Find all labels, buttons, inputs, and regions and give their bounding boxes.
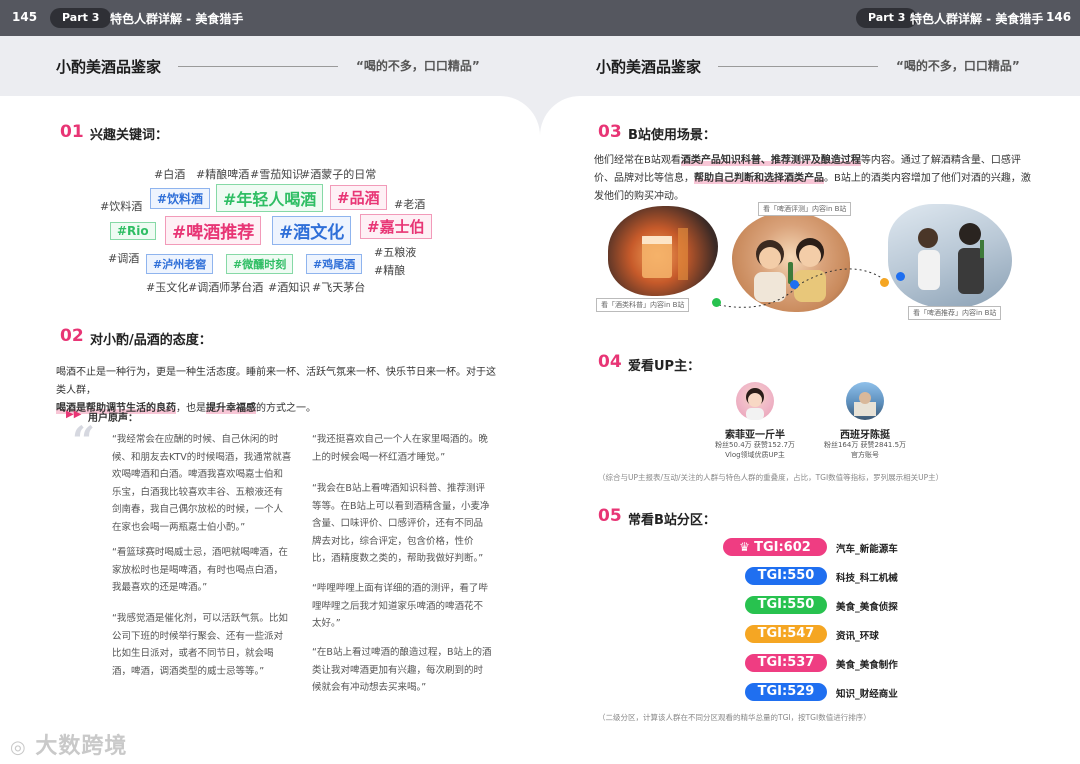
tgi-value: TGI:602 [754, 540, 811, 555]
section-title-left: 特色人群详解 - 美食猎手 [110, 12, 244, 26]
section-title-up-hosts: 爱看UP主： [628, 359, 701, 374]
user-quote: “哔哩哔哩上面有详细的酒的测评，看了哔哩哔哩之后我才知道家乐啤酒的啤酒花不太好。… [312, 583, 488, 629]
keyword-tag: #调酒师茅台酒 [188, 281, 264, 294]
tgi-badge: TGI:537 [745, 654, 827, 672]
keyword-tag-highlight: #泸州老窖 [146, 254, 214, 274]
tgi-badge: TGI:550 [745, 596, 827, 614]
right-page-number: 146 [1046, 10, 1072, 24]
avatar-illustration [854, 392, 876, 416]
section-title-zones: 常看B站分区： [628, 513, 716, 528]
user-quote: “我还挺喜欢自己一个人在家里喝酒的。晚上的时候会喝一杯红酒才睡觉。” [312, 434, 488, 463]
keyword-tag: #调酒 [108, 252, 140, 265]
tgi-badge: TGI:547 [745, 625, 827, 643]
up-host-stats: 粉丝50.4万 获赞152.7万 [715, 441, 795, 449]
page-title-left: 小酌美酒品鉴家 [56, 58, 162, 76]
avatar-illustration [746, 388, 764, 420]
section-number-05: 05 [598, 506, 622, 526]
section-title-scenarios: B站使用场景： [628, 128, 716, 143]
path-dot-blue [790, 280, 799, 289]
divider-right [718, 66, 878, 67]
top-bar: 145 Part 3 特色人群详解 - 美食猎手 Part 3 特色人群详解 -… [0, 0, 1080, 36]
right-page-panel: 03 B站使用场景： 他们经常在B站观看酒类产品知识科普、推荐测评及酿造过程等内… [540, 96, 1080, 764]
tgi-badge: ♛ TGI:602 [723, 538, 827, 556]
section-number-04: 04 [598, 352, 622, 372]
part-pill-right: Part 3 [856, 8, 918, 28]
zone-category: 科技_科工机械 [836, 573, 898, 584]
tgi-badge: TGI:550 [745, 567, 827, 585]
user-voice-label: 用户原声： [88, 413, 138, 424]
avatar[interactable] [846, 382, 884, 420]
up-host-name[interactable]: 西班牙陈挺 [805, 426, 925, 441]
keyword-tag-highlight: #饮料酒 [150, 188, 211, 209]
zone-note: （二级分区，计算该人群在不同分区观看的精华总量的TGI，按TGI数值进行排序） [598, 713, 871, 722]
zone-category: 知识_财经商业 [836, 689, 898, 700]
scenario-caption: 看「啤酒推荐」内容in B站 [908, 306, 1002, 320]
keyword-tag: #玉文化 [146, 281, 189, 294]
keyword-tag-highlight: #鸡尾酒 [306, 254, 363, 274]
path-dot-blue [896, 272, 905, 281]
keyword-tag-highlight: #微醺时刻 [226, 254, 294, 274]
zone-category: 美食_美食制作 [836, 660, 898, 671]
section-title-keywords: 兴趣关键词： [90, 128, 169, 143]
left-page-panel: 01 兴趣关键词： #白酒 #精酿啤酒 #雪茄知识 #酒蒙子的日常 #饮料酒 #… [0, 96, 540, 764]
keyword-tag-highlight: #品酒 [330, 185, 387, 210]
path-dot-green [712, 298, 721, 307]
zone-category: 汽车_新能源车 [836, 544, 898, 555]
section-number-03: 03 [598, 122, 622, 142]
user-quote: “在B站上看过啤酒的酿造过程，B站上的酒类让我对啤酒更加有兴趣，每次刷到的时候就… [312, 647, 492, 693]
up-host-stats: 粉丝164万 获赞2841.5万 [823, 441, 907, 449]
page-title-right: 小酌美酒品鉴家 [596, 58, 702, 76]
avatar[interactable] [736, 382, 774, 420]
section-number-01: 01 [60, 122, 84, 142]
keyword-tag: #白酒 [154, 168, 186, 181]
watermark-logo: ◎ 大数跨境 [10, 734, 128, 759]
scenario-paragraph: 他们经常在B站观看酒类产品知识科普、推荐测评及酿造过程等内容。通过了解酒精含量、… [594, 155, 1031, 202]
keyword-tag: #飞天茅台 [312, 281, 366, 294]
user-quote: “我会在B站上看啤酒知识科普、推荐测评等等。在B站上可以看到酒精含量，小麦净含量… [312, 483, 490, 564]
keyword-tag: #精酿 [374, 264, 406, 277]
divider-left [178, 66, 338, 67]
keyword-tag-highlight: #年轻人喝酒 [216, 184, 324, 212]
keyword-tag-highlight: #嘉士伯 [360, 214, 432, 239]
tgi-badge: TGI:529 [745, 683, 827, 701]
zone-category: 资讯_环球 [836, 631, 879, 642]
up-host-desc: Vlog领域优质UP主 [725, 451, 785, 459]
keyword-tag-highlight: #Rio [110, 222, 156, 240]
zone-category: 美食_美食侦探 [836, 602, 898, 613]
keyword-tag-highlight: #啤酒推荐 [165, 216, 262, 245]
keyword-tag: #雪茄知识 [250, 168, 304, 181]
up-host-name[interactable]: 索菲亚一斤半 [695, 426, 815, 441]
keyword-tag: #饮料酒 [100, 200, 143, 213]
user-quote: “我经常会在应酬的时候、自己休闲的时候、和朋友去KTV的时候喝酒，我通常就喜欢喝… [112, 434, 292, 533]
path-dot-orange [880, 278, 889, 287]
section-title-attitude: 对小酌/品酒的态度： [90, 333, 212, 348]
keyword-tag: #酒蒙子的日常 [301, 168, 377, 181]
tagline-right: “喝的不多，口口精品” [896, 59, 1020, 73]
quote-mark-icon: “ [72, 418, 96, 465]
section-number-02: 02 [60, 326, 84, 346]
keyword-tag: #精酿啤酒 [196, 168, 250, 181]
up-host-desc: 官方账号 [851, 451, 879, 459]
keyword-tag: #五粮液 [374, 246, 417, 259]
user-quote: “我感觉酒是催化剂，可以活跃气氛。比如公司下班的时候举行聚会、还有一些派对比如生… [112, 613, 288, 677]
scenario-caption: 看「啤酒评测」内容in B站 [758, 202, 852, 216]
section-title-right: 特色人群详解 - 美食猎手 [910, 12, 1044, 26]
tagline-left: “喝的不多，口口精品” [356, 59, 480, 73]
part-pill-left: Part 3 [50, 8, 112, 28]
watermark-icon: ◎ [10, 737, 27, 758]
keyword-tag: #酒知识 [268, 281, 311, 294]
keyword-tag-highlight: #酒文化 [272, 216, 352, 245]
crown-icon: ♛ [739, 540, 755, 554]
keyword-tag: #老酒 [394, 198, 426, 211]
up-host-note: （综合与UP主报表/互动/关注的人群与特色人群的重叠度，占比，TGI数值等指标，… [598, 473, 944, 482]
user-quote: “看篮球赛时喝威士忌，酒吧就喝啤酒，在家放松时也是喝啤酒，有时也喝点白酒，我最喜… [112, 547, 288, 593]
left-page-number: 145 [12, 10, 38, 24]
